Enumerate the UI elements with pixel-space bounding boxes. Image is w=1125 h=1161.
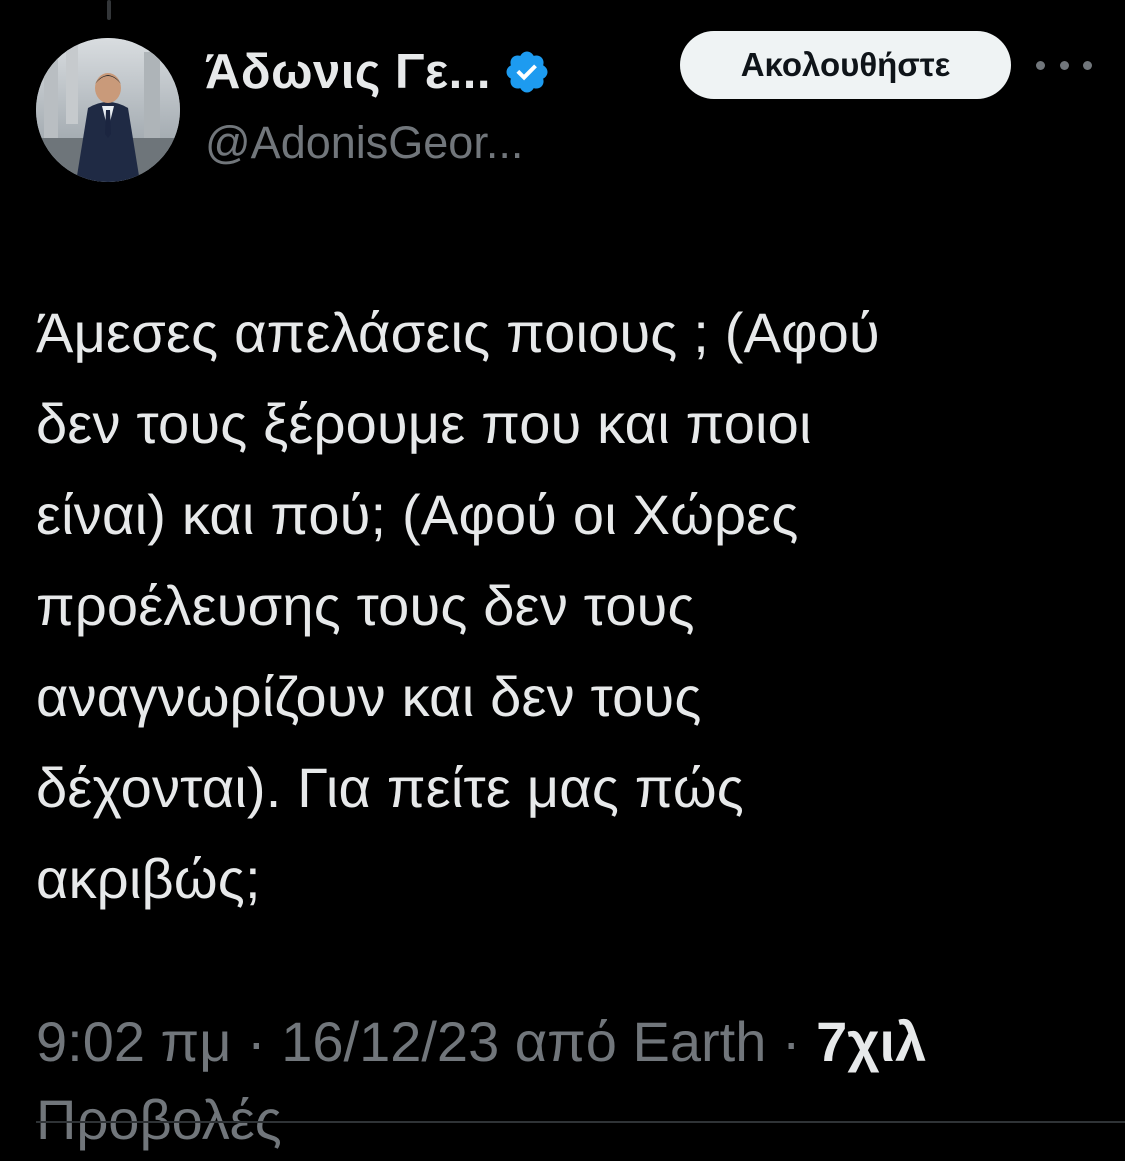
tweet-text-line: είναι) και πού; (Αφού οι Χώρες: [36, 483, 799, 546]
more-dot: [1059, 60, 1069, 70]
more-options-icon[interactable]: [1036, 48, 1092, 82]
thread-connector-line: [107, 0, 111, 20]
author-name-row: Άδωνις Γε...: [205, 40, 551, 104]
follow-button[interactable]: Ακολουθήστε: [680, 31, 1011, 99]
tweet-text-line: προέλευσης τους δεν τους: [36, 574, 695, 637]
more-dot: [1036, 60, 1045, 70]
tweet-text-line: ακριβώς;: [36, 847, 261, 910]
tweet-text-line: δεν τους ξέρουμε που και ποιοι: [36, 392, 812, 455]
avatar[interactable]: [36, 38, 180, 182]
tweet-time[interactable]: 9:02 πμ: [36, 1010, 231, 1073]
tweet-text-line: Άμεσες απελάσεις ποιους ; (Αφού: [36, 301, 880, 364]
avatar-photo-icon: [36, 38, 180, 182]
tweet-metadata: 9:02 πμ · 16/12/23 από Earth · 7χιλ Προβ…: [36, 1003, 1096, 1159]
tweet-date[interactable]: 16/12/23: [281, 1010, 499, 1073]
tweet-text-line: δέχονται). Για πείτε μας πώς: [36, 756, 744, 819]
tweet-text-line: αναγνωρίζουν και δεν τους: [36, 665, 702, 728]
meta-separator: ·: [781, 1010, 801, 1073]
author-handle[interactable]: @AdonisGeor...: [205, 117, 523, 169]
more-dot: [1083, 60, 1092, 70]
source-prefix: από: [514, 1010, 617, 1073]
tweet-text: Άμεσες απελάσεις ποιους ; (Αφού δεν τους…: [36, 287, 1086, 924]
author-display-name[interactable]: Άδωνις Γε...: [205, 44, 491, 100]
verified-badge-icon[interactable]: [503, 48, 551, 96]
views-count[interactable]: 7χιλ: [816, 1010, 926, 1073]
tweet-source[interactable]: Earth: [633, 1010, 767, 1073]
divider: [36, 1121, 1125, 1123]
views-label: Προβολές: [36, 1088, 282, 1151]
meta-separator: ·: [247, 1010, 266, 1073]
